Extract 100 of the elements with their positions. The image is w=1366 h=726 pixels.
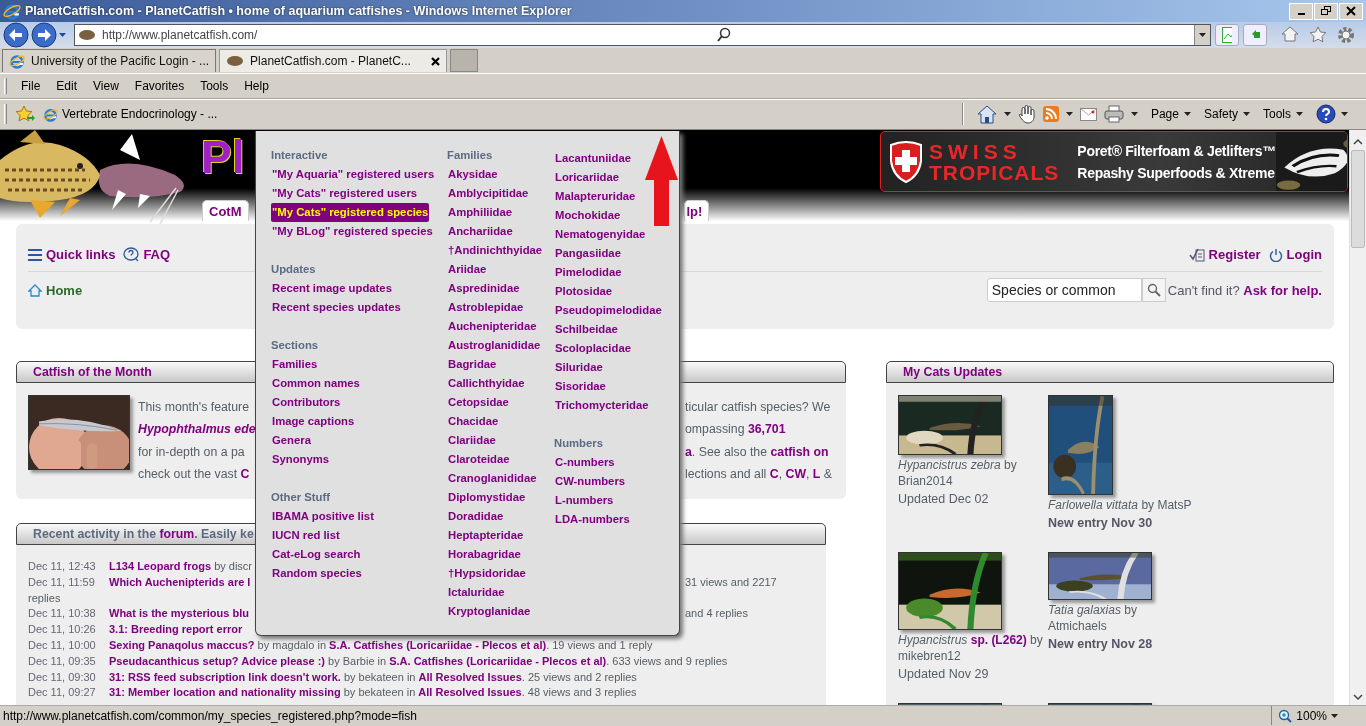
menu-link[interactable]: Amphiliidae (447, 203, 514, 222)
command-menu[interactable]: Page (1150, 107, 1191, 121)
register-link[interactable]: Register (1188, 247, 1261, 262)
menu-link[interactable]: Plotosidae (554, 282, 614, 301)
menu-link[interactable]: "My Cats" registered species (271, 203, 430, 222)
menu-link[interactable]: Heptapteridae (447, 526, 525, 545)
menu-link[interactable]: Akysidae (447, 165, 499, 184)
menu-link[interactable]: Diplomystidae (447, 488, 527, 507)
browser-tab[interactable]: PlanetCatfish.com - PlanetC... (219, 49, 447, 72)
activity-text: 3.1: Breeding report error (109, 622, 243, 638)
activity-text: L134 Leopard frogs by discr (109, 559, 253, 574)
search-field[interactable]: Species or common (986, 278, 1142, 302)
activity-text: and 4 replies (685, 606, 748, 622)
menu-link[interactable]: †Andinichthyidae (447, 241, 544, 260)
menu-link[interactable]: Scoloplacidae (554, 339, 632, 358)
menu-link[interactable]: Cetopsidae (447, 393, 510, 412)
activity-date: Dec 11, 10:38 (28, 606, 96, 622)
menu-link[interactable]: Cat-eLog search (271, 545, 362, 564)
menu-link[interactable]: Amblycipitidae (447, 184, 530, 203)
activity-date: Dec 11, 09:30 (28, 669, 96, 685)
menu-link[interactable]: Ariidae (447, 260, 488, 279)
feature-text: This month's feature (138, 399, 250, 416)
update-status: Updated Nov 29 (898, 666, 990, 682)
menu-link[interactable]: Astroblepidae (447, 298, 525, 317)
menu-link[interactable]: Anchariidae (447, 222, 514, 241)
help-prompt-text: Can't find it? Ask for help. (1167, 282, 1322, 298)
menu-link[interactable]: Austroglanididae (447, 336, 542, 355)
site-logo[interactable]: Pl (201, 134, 245, 180)
login-link[interactable]: Login (1268, 247, 1322, 262)
menu-link[interactable]: "My BLog" registered species (271, 222, 434, 241)
favorite-link[interactable]: Vertebrate Endocrinology - ... (43, 106, 218, 122)
feature-text: Hypophthalmus ede (138, 421, 256, 439)
menu-link[interactable]: IUCN red list (271, 526, 341, 545)
menu-item[interactable]: Edit (48, 78, 86, 93)
menu-link[interactable]: Random species (271, 564, 363, 583)
species-caption: Hypancistrus zebra by Brian2014 (898, 457, 1018, 489)
menu-link[interactable]: Loricariidae (554, 168, 621, 187)
activity-text: replies (28, 590, 61, 606)
site-tab[interactable]: CotM (202, 200, 249, 221)
menu-item[interactable]: File (13, 78, 49, 93)
activity-text: 31: RSS feed subscription link doesn't work. by bekateen in All Resolved Issues. 25 views and 2 replies (109, 669, 637, 685)
activity-text: Sexing Panaqolus maccus? by magdalo in S.A. Catfishes (Loricariidae - Plecos et al). 19 views and 1 reply (109, 638, 653, 653)
activity-text: 31: Member location and nationality missing by bekateen in All Resolved Issues. 48 views and 3 replies (109, 685, 637, 701)
menu-link[interactable]: Lacantuniidae (554, 149, 632, 168)
menu-link[interactable]: Recent image updates (271, 279, 393, 298)
menu-link[interactable]: Kryptoglanidae (447, 602, 532, 621)
menu-heading: Updates (271, 262, 316, 277)
feature-text: ticular catfish species? We (685, 399, 831, 416)
faq-link[interactable]: FAQ (123, 247, 171, 262)
menu-link[interactable]: C-numbers (554, 453, 616, 472)
menu-link[interactable]: "My Aquaria" registered users (271, 165, 436, 184)
site-tab[interactable]: lp! (683, 200, 710, 221)
menu-link[interactable]: Trichomycteridae (554, 396, 650, 415)
ad-banner[interactable]: SWISS TROPICALS Poret® Filterfoam & Jetlifters™ Repashy Superfoods & Xtreme (880, 131, 1348, 192)
menu-link[interactable]: Schilbeidae (554, 320, 619, 339)
menu-link[interactable]: L-numbers (554, 491, 615, 510)
browser-tab[interactable]: University of the Pacific Login - ... (2, 49, 217, 72)
quick-links-link[interactable]: Quick links (28, 247, 116, 262)
ask-for-help-link[interactable]: Ask for help. (1243, 282, 1322, 298)
activity-date: Dec 11, 11:59 (28, 574, 95, 590)
menu-item[interactable]: Tools (192, 78, 237, 93)
menu-link[interactable]: Pangasiidae (554, 244, 622, 263)
menu-item[interactable]: View (85, 78, 127, 93)
menu-heading: Other Stuff (271, 490, 330, 505)
menu-link[interactable]: Clariidae (447, 431, 497, 450)
activity-date: Dec 11, 10:00 (28, 638, 96, 653)
menu-link[interactable]: Pimelodidae (554, 263, 623, 282)
species-caption: Hypancistrus sp. (L262) by mikebren12 (898, 632, 1044, 664)
zoom-control[interactable]: 100% (1271, 706, 1346, 725)
menu-item[interactable]: Favorites (126, 78, 193, 93)
menu-heading: Sections (271, 338, 319, 353)
activity-text: 31 views and 2217 (685, 574, 777, 590)
menu-link[interactable]: CW-numbers (554, 472, 627, 491)
menu-link[interactable]: Ictaluridae (447, 583, 506, 602)
menu-link[interactable]: "My Cats" registered users (271, 184, 419, 203)
menu-link[interactable]: Genera (271, 431, 312, 450)
menu-link[interactable]: Malapteruridae (554, 187, 637, 206)
menu-link[interactable]: Aspredinidae (447, 279, 521, 298)
address-field[interactable]: http://www.planetcatfish.com/ (74, 24, 1211, 46)
command-menu[interactable]: Safety (1203, 107, 1250, 121)
menu-link[interactable]: Contributors (271, 393, 342, 412)
home-link[interactable]: Home (28, 282, 83, 298)
menu-link[interactable]: Siluridae (554, 358, 604, 377)
menu-link[interactable]: Chacidae (447, 412, 500, 431)
menu-link[interactable]: Cranoglanididae (447, 469, 538, 488)
menu-link[interactable]: IBAMA positive list (271, 507, 375, 526)
menu-link[interactable]: Claroteidae (447, 450, 511, 469)
menu-link[interactable]: Auchenipteridae (447, 317, 538, 336)
menu-link[interactable]: Pseudopimelodidae (554, 301, 663, 320)
menu-link[interactable]: Image captions (271, 412, 356, 431)
menu-link[interactable]: Horabagridae (447, 545, 522, 564)
menu-link[interactable]: Nematogenyidae (554, 225, 647, 244)
menu-link[interactable]: Recent species updates (271, 298, 402, 317)
menu-link[interactable]: †Hypsidoridae (447, 564, 527, 583)
menu-item[interactable]: Help (236, 78, 277, 93)
card-header: My Cats Updates (886, 361, 1334, 383)
menu-link[interactable]: Mochokidae (554, 206, 622, 225)
menu-link[interactable]: Synonyms (271, 450, 331, 469)
menu-link[interactable]: Doradidae (447, 507, 505, 526)
command-menu[interactable]: Tools (1263, 107, 1303, 121)
